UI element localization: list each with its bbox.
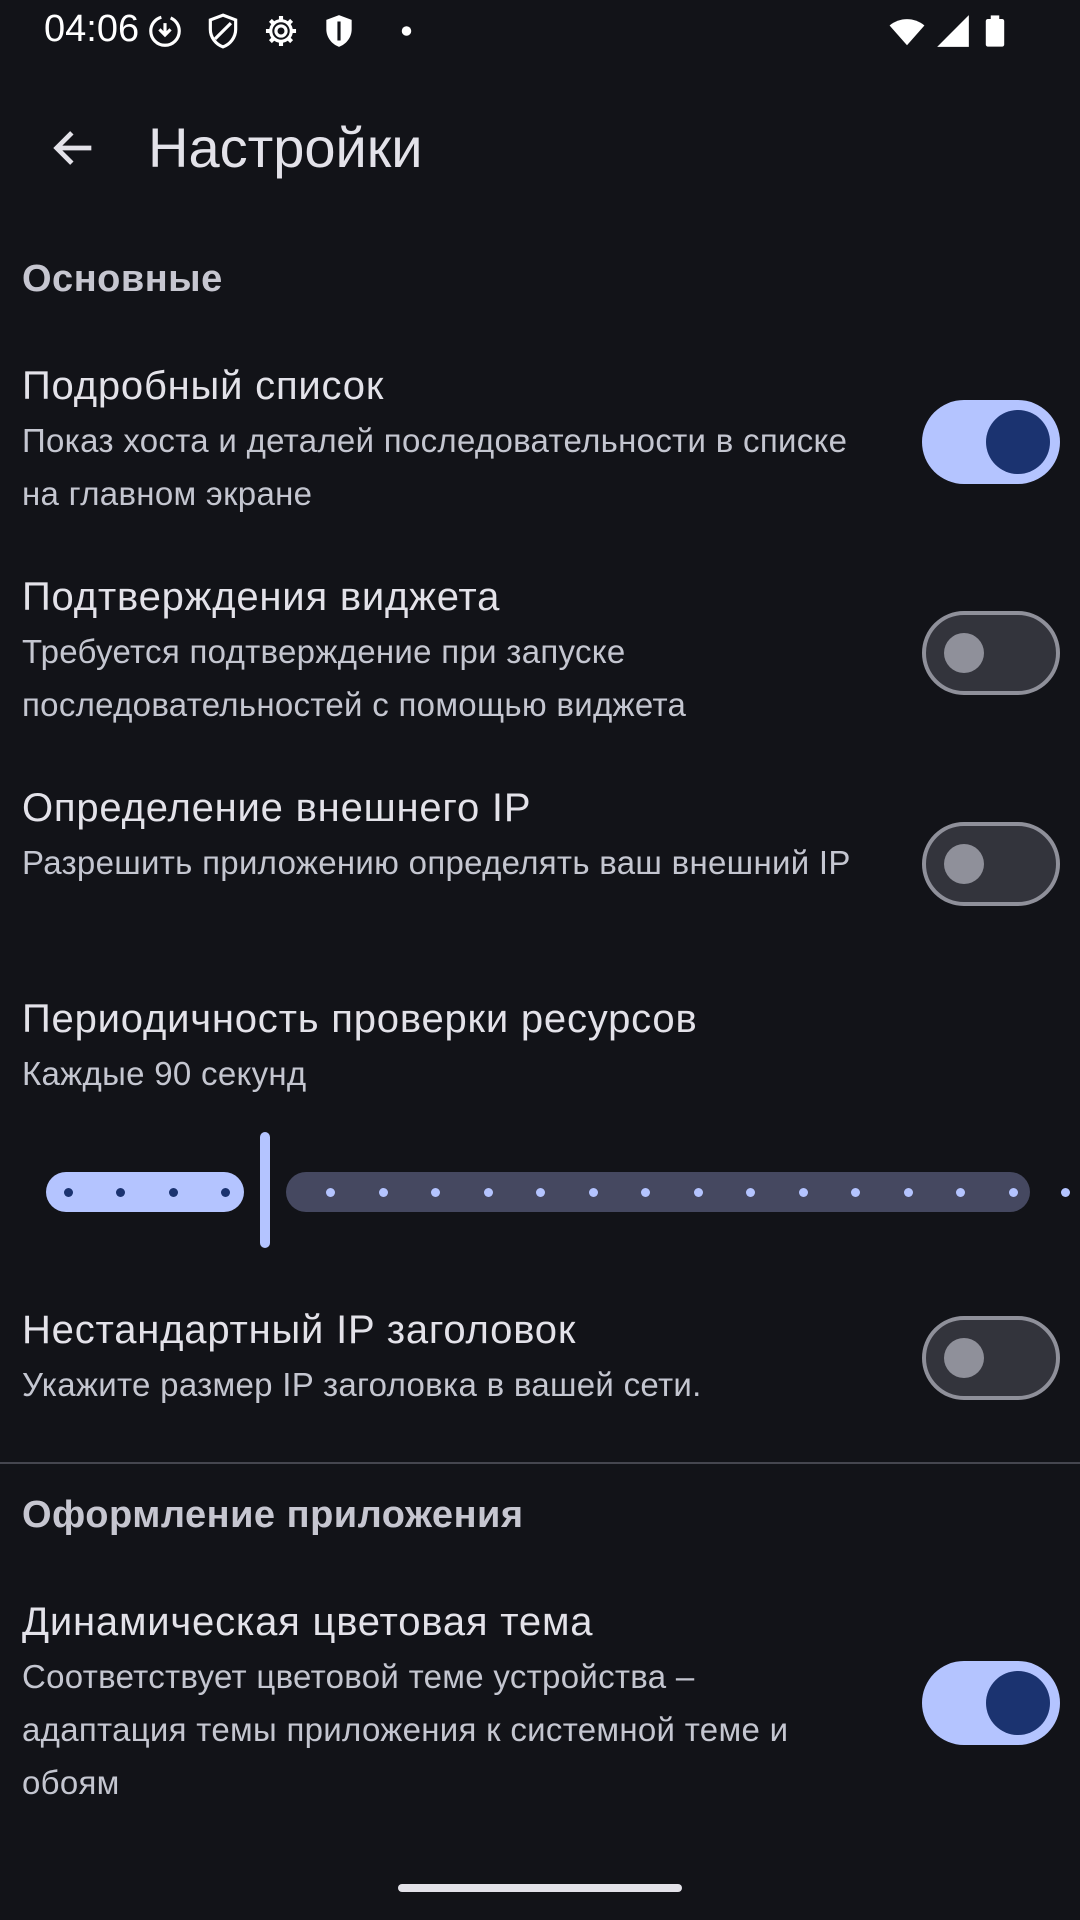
setting-detailed-list[interactable]: Подробный список Показ хоста и деталей п… [22, 360, 1058, 520]
setting-title: Определение внешнего IP [22, 786, 532, 830]
home-indicator[interactable] [398, 1884, 682, 1892]
slider-tick [536, 1188, 545, 1197]
setting-check-interval: Периодичность проверки ресурсов Каждые 9… [22, 993, 1058, 1100]
setting-title: Подтверждения виджета [22, 575, 501, 619]
section-header-main: Основные [22, 258, 223, 300]
page-title: Настройки [148, 116, 423, 179]
slider-tick [903, 1188, 913, 1197]
arrow-back-icon [53, 131, 92, 165]
notification-dot-icon [378, 12, 416, 50]
check-interval-slider[interactable] [46, 1130, 1070, 1250]
external-ip-switch[interactable] [922, 822, 1060, 906]
setting-title: Динамическая цветовая тема [22, 1600, 594, 1644]
download-circle-icon [146, 12, 184, 50]
switch-thumb [944, 1338, 984, 1378]
wifi-icon [886, 12, 928, 50]
settings-gear-icon [262, 12, 300, 50]
switch-thumb [986, 410, 1050, 474]
slider-tick [1008, 1188, 1018, 1197]
switch-thumb [944, 844, 984, 884]
setting-title: Нестандартный IP заголовок [22, 1308, 577, 1352]
switch-thumb [944, 633, 984, 673]
status-bar: 04:06 [0, 0, 1080, 62]
section-divider [0, 1462, 1080, 1464]
slider-tick [431, 1188, 440, 1197]
slider-tick [588, 1188, 598, 1197]
slider-tick [956, 1188, 965, 1197]
setting-dynamic-theme[interactable]: Динамическая цветовая тема Соответствует… [22, 1596, 1058, 1809]
slider-tick [851, 1188, 860, 1197]
setting-summary: Каждые 90 секунд [22, 1055, 307, 1092]
setting-title: Периодичность проверки ресурсов [22, 997, 698, 1041]
shield-filled-icon [320, 12, 358, 50]
setting-summary: Требуется подтверждение при запуске посл… [22, 633, 687, 723]
slider-inactive-track [286, 1172, 1030, 1212]
setting-external-ip[interactable]: Определение внешнего IP Разрешить прилож… [22, 782, 1058, 889]
slider-tick [798, 1188, 808, 1197]
slider-tick [693, 1188, 703, 1197]
slider-tick [326, 1188, 335, 1197]
detailed-list-switch[interactable] [922, 400, 1060, 484]
battery-icon [978, 12, 1012, 50]
setting-summary: Соответствует цветовой теме устройства –… [22, 1658, 789, 1801]
setting-summary: Укажите размер IP заголовка в вашей сети… [22, 1366, 702, 1403]
setting-widget-confirm[interactable]: Подтверждения виджета Требуется подтверж… [22, 571, 1058, 731]
slider-tick [116, 1188, 125, 1197]
dynamic-theme-switch[interactable] [922, 1661, 1060, 1745]
slider-active-track [46, 1172, 244, 1212]
slider-tick [378, 1188, 388, 1197]
slider-tick [483, 1188, 493, 1197]
slider-tick [1061, 1188, 1070, 1197]
setting-summary: Разрешить приложению определять ваш внеш… [22, 844, 851, 881]
setting-title: Подробный список [22, 364, 385, 408]
settings-screen: 04:06 Настройки Основные Подробный списо… [0, 0, 1080, 1920]
setting-custom-ip-header[interactable]: Нестандартный IP заголовок Укажите разме… [22, 1304, 1058, 1411]
custom-ip-header-switch[interactable] [922, 1316, 1060, 1400]
slider-thumb[interactable] [260, 1132, 270, 1248]
status-time: 04:06 [44, 8, 140, 50]
widget-confirm-switch[interactable] [922, 611, 1060, 695]
slider-tick [63, 1188, 73, 1197]
slider-tick [746, 1188, 755, 1197]
slider-tick [221, 1188, 230, 1197]
switch-thumb [986, 1671, 1050, 1735]
section-header-appearance: Оформление приложения [22, 1494, 524, 1536]
cellular-signal-icon [934, 12, 972, 50]
setting-summary: Показ хоста и деталей последовательности… [22, 422, 848, 512]
back-button[interactable] [36, 110, 112, 186]
slider-tick [168, 1188, 178, 1197]
shield-outline-icon [204, 12, 242, 50]
slider-tick [641, 1188, 650, 1197]
